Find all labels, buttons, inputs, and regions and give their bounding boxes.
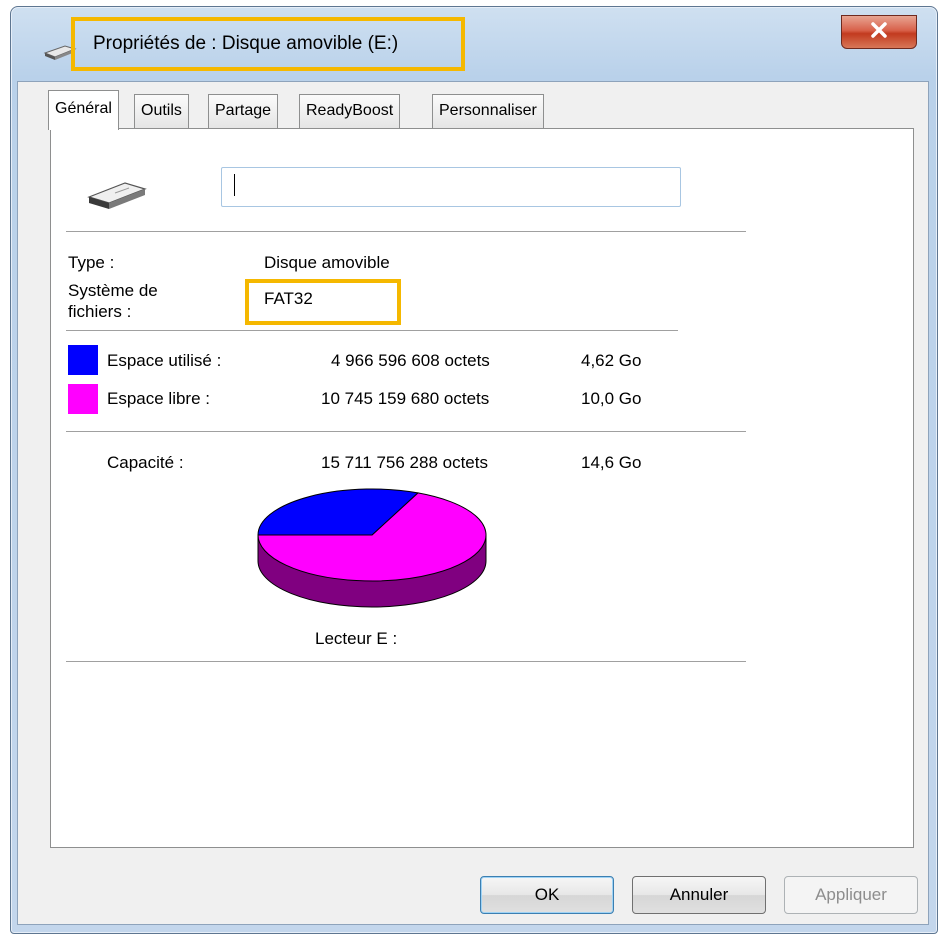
- dialog-client-area: Général Outils Partage ReadyBoost Person…: [17, 81, 929, 925]
- used-space-bytes: 4 966 596 608 octets: [331, 351, 490, 370]
- type-label: Type :: [68, 253, 115, 272]
- capacity-label: Capacité :: [107, 453, 184, 472]
- apply-button[interactable]: Appliquer: [784, 876, 918, 914]
- tab-readyboost[interactable]: ReadyBoost: [299, 94, 401, 128]
- drive-icon: [85, 177, 149, 215]
- capacity-size: 14,6 Go: [581, 453, 642, 472]
- ok-button[interactable]: OK: [480, 876, 614, 914]
- tab-customize[interactable]: Personnaliser: [432, 94, 544, 128]
- used-space-size: 4,62 Go: [581, 351, 642, 370]
- separator-top: [66, 231, 746, 232]
- tab-general[interactable]: Général: [48, 90, 119, 130]
- type-value: Disque amovible: [264, 253, 390, 272]
- separator-middle: [66, 330, 678, 331]
- close-icon: [869, 21, 889, 43]
- title-highlight-box: [71, 17, 465, 71]
- text-cursor: [234, 174, 235, 197]
- free-space-bytes: 10 745 159 680 octets: [321, 389, 490, 408]
- filesystem-highlight-box: [245, 279, 401, 325]
- separator-capacity: [66, 431, 746, 432]
- used-space-swatch: [68, 345, 98, 375]
- cancel-button[interactable]: Annuler: [632, 876, 766, 914]
- free-space-size: 10,0 Go: [581, 389, 642, 408]
- filesystem-label-line2: fichiers :: [68, 302, 132, 321]
- tab-tools[interactable]: Outils: [134, 94, 189, 128]
- tab-sharing[interactable]: Partage: [208, 94, 279, 128]
- capacity-bytes: 15 711 756 288 octets: [321, 453, 488, 472]
- close-button[interactable]: [841, 15, 917, 49]
- properties-window: Propriétés de : Disque amovible (E:) Gén…: [10, 6, 938, 934]
- separator-bottom: [66, 661, 746, 662]
- drive-letter-label: Lecteur E :: [315, 629, 398, 648]
- used-space-label: Espace utilisé :: [107, 351, 222, 370]
- general-tab-panel: Type : Disque amovible Système de fichie…: [50, 128, 914, 848]
- disk-usage-pie-chart: [257, 488, 487, 608]
- free-space-label: Espace libre :: [107, 389, 210, 408]
- filesystem-label-line1: Système de: [68, 281, 158, 300]
- drive-name-input[interactable]: [221, 167, 681, 207]
- free-space-swatch: [68, 384, 98, 414]
- title-bar[interactable]: Propriétés de : Disque amovible (E:): [11, 7, 937, 79]
